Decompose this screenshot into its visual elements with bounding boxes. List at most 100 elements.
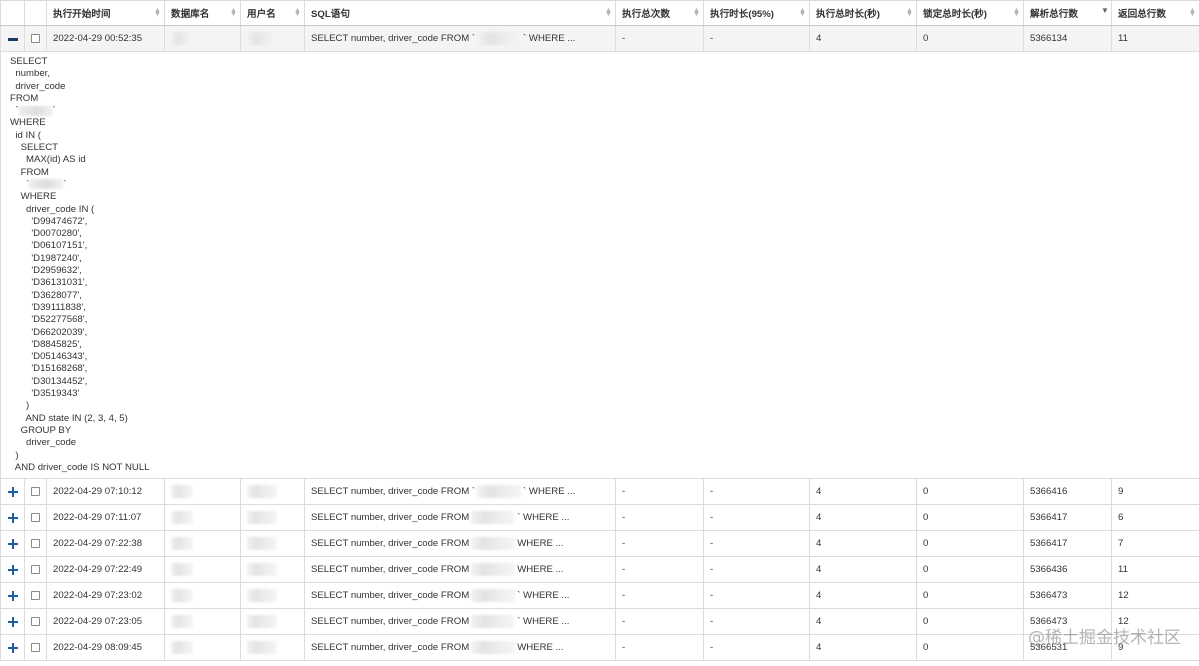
redacted-table-name: [471, 563, 516, 576]
sort-arrows-icon[interactable]: ▲ ▼: [1189, 7, 1196, 18]
plus-icon[interactable]: [7, 512, 19, 524]
sql-prefix: SELECT number, driver_code FROM: [311, 512, 470, 524]
table-row[interactable]: 2022-04-29 07:23:05 SELECT number, driver…: [0, 608, 1199, 635]
redacted-table-name: [29, 179, 64, 190]
select-cell[interactable]: [24, 556, 47, 583]
sql-statement[interactable]: SELECT number, driver_code FROM ` WHERE .…: [304, 582, 616, 609]
sort-arrows-icon[interactable]: ▲ ▼: [1013, 7, 1020, 18]
sql-statement[interactable]: SELECT number, driver_code FROM ` ` WHERE…: [304, 25, 616, 52]
expand-cell[interactable]: [0, 504, 25, 531]
start-time: 2022-04-29 07:22:49: [46, 556, 165, 583]
select-cell[interactable]: [24, 25, 47, 52]
sort-arrows-icon[interactable]: ▲ ▼: [294, 7, 301, 18]
expand-cell[interactable]: [0, 478, 25, 505]
sort-arrows-icon[interactable]: ▲ ▼: [906, 7, 913, 18]
plus-icon[interactable]: [7, 538, 19, 550]
exec-count: -: [615, 634, 704, 661]
column-header-rows-returned[interactable]: 返回总行数 ▲ ▼: [1111, 0, 1199, 26]
expand-cell[interactable]: [0, 556, 25, 583]
expand-cell[interactable]: [0, 634, 25, 661]
rows-examined: 5366134: [1023, 25, 1112, 52]
column-header-rows-examined[interactable]: 解析总行数 ▼: [1023, 0, 1112, 26]
sort-arrows-icon[interactable]: ▲ ▼: [154, 7, 161, 18]
table-row[interactable]: 2022-04-29 07:22:38 SELECT number, driver…: [0, 530, 1199, 557]
column-header-user[interactable]: 用户名 ▲ ▼: [240, 0, 305, 26]
column-header-exec-count[interactable]: 执行总次数 ▲ ▼: [615, 0, 704, 26]
select-cell[interactable]: [24, 634, 47, 661]
plus-icon[interactable]: [7, 564, 19, 576]
exec-p95: -: [703, 608, 810, 635]
redacted-value: [171, 563, 193, 576]
expand-cell[interactable]: [0, 25, 25, 52]
plus-icon[interactable]: [7, 590, 19, 602]
sql-suffix: ` WHERE ...: [523, 486, 576, 498]
expand-cell[interactable]: [0, 608, 25, 635]
row-checkbox[interactable]: [31, 538, 40, 548]
database-name: [164, 556, 241, 583]
row-checkbox[interactable]: [31, 512, 40, 522]
sort-arrows-icon[interactable]: ▲ ▼: [605, 7, 612, 18]
sql-prefix: SELECT number, driver_code FROM: [311, 642, 470, 654]
select-cell[interactable]: [24, 608, 47, 635]
sql-statement[interactable]: SELECT number, driver_code FROM ` WHERE .…: [304, 608, 616, 635]
column-header-exec-total[interactable]: 执行总时长(秒) ▲ ▼: [809, 0, 917, 26]
table-row[interactable]: 2022-04-29 07:10:12 SELECT number, driver…: [0, 478, 1199, 505]
sql-prefix: SELECT number, driver_code FROM: [311, 564, 470, 576]
table-row[interactable]: 2022-04-29 07:22:49 SELECT number, driver…: [0, 556, 1199, 583]
column-header-lock-total[interactable]: 锁定总时长(秒) ▲ ▼: [916, 0, 1024, 26]
expanded-sql-cell: SELECT number, driver_code FROM ` ` WHERE…: [0, 51, 1199, 479]
redacted-table-name: [18, 105, 53, 116]
row-checkbox[interactable]: [31, 33, 40, 43]
table-row[interactable]: 2022-04-29 08:09:45 SELECT number, driver…: [0, 634, 1199, 661]
row-checkbox[interactable]: [31, 486, 40, 496]
redacted-value: [247, 589, 277, 602]
table-row[interactable]: 2022-04-29 07:23:02 SELECT number, driver…: [0, 582, 1199, 609]
row-checkbox[interactable]: [31, 590, 40, 600]
database-name: [164, 478, 241, 505]
sort-arrows-icon[interactable]: ▲ ▼: [693, 7, 700, 18]
table-row[interactable]: 2022-04-29 07:11:07 SELECT number, driver…: [0, 504, 1199, 531]
sort-arrows-icon[interactable]: ▲ ▼: [230, 7, 237, 18]
sql-suffix: ` WHERE ...: [517, 590, 570, 602]
plus-icon[interactable]: [7, 616, 19, 628]
exec-total: 4: [809, 504, 917, 531]
expand-cell[interactable]: [0, 530, 25, 557]
select-cell[interactable]: [24, 582, 47, 609]
plus-icon[interactable]: [7, 486, 19, 498]
sql-statement[interactable]: SELECT number, driver_code FROM ` ` WHERE…: [304, 478, 616, 505]
redacted-value: [171, 485, 193, 498]
database-name: [164, 504, 241, 531]
table-row[interactable]: 2022-04-29 00:52:35 SELECT number, driver…: [0, 25, 1199, 52]
row-checkbox[interactable]: [31, 642, 40, 652]
sql-statement[interactable]: SELECT number, driver_code FROM ` WHERE .…: [304, 504, 616, 531]
database-name: [164, 25, 241, 52]
redacted-value: [247, 641, 277, 654]
select-cell[interactable]: [24, 504, 47, 531]
column-header-database[interactable]: 数据库名 ▲ ▼: [164, 0, 241, 26]
exec-count: -: [615, 478, 704, 505]
sort-desc-icon[interactable]: ▼: [1101, 7, 1109, 15]
redacted-value: [171, 589, 193, 602]
column-header-exec-p95[interactable]: 执行时长(95%) ▲ ▼: [703, 0, 810, 26]
lock-total: 0: [916, 530, 1024, 557]
sort-arrows-icon[interactable]: ▲ ▼: [799, 7, 806, 18]
row-checkbox[interactable]: [31, 564, 40, 574]
redacted-value: [247, 563, 277, 576]
column-header-label: SQL语句: [311, 9, 350, 20]
row-checkbox[interactable]: [31, 616, 40, 626]
redacted-value: [171, 615, 193, 628]
plus-icon[interactable]: [7, 642, 19, 654]
minus-icon[interactable]: [7, 33, 19, 45]
select-cell[interactable]: [24, 530, 47, 557]
sql-statement[interactable]: SELECT number, driver_code FROM WHERE ...: [304, 556, 616, 583]
redacted-value: [247, 615, 277, 628]
sql-statement[interactable]: SELECT number, driver_code FROM WHERE ...: [304, 634, 616, 661]
sql-statement[interactable]: SELECT number, driver_code FROM WHERE ...: [304, 530, 616, 557]
column-header-start-time[interactable]: 执行开始时间 ▲ ▼: [46, 0, 165, 26]
sql-suffix: ` WHERE ...: [517, 512, 570, 524]
column-header-sql[interactable]: SQL语句 ▲ ▼: [304, 0, 616, 26]
rows-examined: 5366473: [1023, 582, 1112, 609]
select-cell[interactable]: [24, 478, 47, 505]
rows-examined: 5366417: [1023, 530, 1112, 557]
expand-cell[interactable]: [0, 582, 25, 609]
